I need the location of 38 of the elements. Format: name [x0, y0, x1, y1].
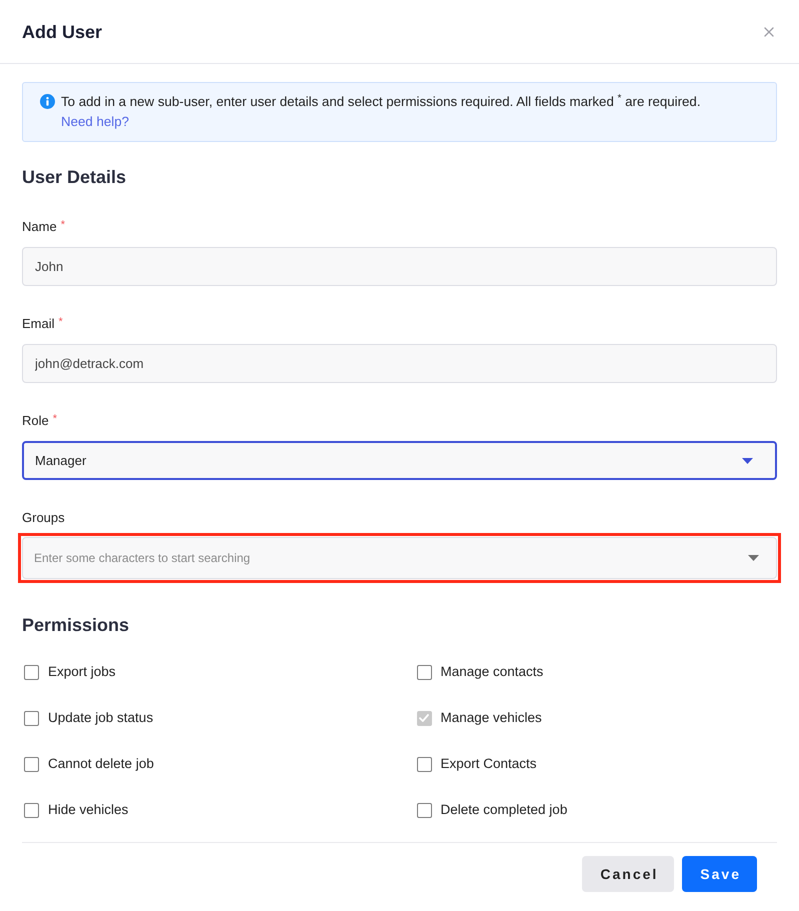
alert-text: To add in a new sub-user, enter user details and select permissions required. All fields marked $^{*}$ are required. Need help? — [61, 92, 702, 131]
section-heading: Permissions — [22, 614, 130, 636]
caret-icon — [742, 458, 753, 464]
required-asterisk: * — [52, 413, 58, 425]
checkbox[interactable] — [24, 710, 39, 726]
close-icon — [764, 26, 774, 36]
info-icon — [40, 94, 55, 109]
checkbox[interactable] — [24, 664, 39, 680]
checkmark-icon — [419, 714, 429, 722]
field-label: Email — [22, 316, 55, 331]
checkbox[interactable] — [24, 756, 39, 772]
checkbox-label[interactable]: Delete completed job — [440, 800, 568, 820]
caret-icon — [748, 555, 759, 561]
help-link[interactable]: Need help? — [61, 114, 130, 129]
dialog-title: Add User — [22, 20, 102, 42]
close-button[interactable] — [764, 26, 774, 36]
checkbox-label[interactable]: Update job status — [48, 708, 154, 728]
checkbox[interactable] — [416, 756, 432, 772]
save-button[interactable]: Save — [682, 856, 757, 892]
section-heading: User Details — [22, 166, 126, 188]
checkbox-label[interactable]: Manage contacts — [440, 662, 544, 682]
checkbox[interactable] — [24, 802, 39, 818]
field-label: Groups — [22, 510, 65, 525]
cancel-button[interactable]: Cancel — [582, 856, 674, 892]
field-label: Name — [22, 219, 57, 234]
checkbox-label[interactable]: Hide vehicles — [48, 800, 128, 820]
checkbox[interactable] — [416, 664, 432, 680]
required-asterisk: * — [58, 316, 63, 328]
text-input[interactable]: john@detrack.com — [22, 344, 777, 383]
checkbox[interactable] — [416, 802, 432, 818]
field-label: Role — [22, 413, 49, 428]
checkbox-label[interactable]: Export jobs — [48, 662, 116, 682]
select-dropdown[interactable]: Manager — [22, 441, 777, 480]
text-input[interactable]: John — [22, 247, 777, 286]
search-select[interactable]: Enter some characters to start searching — [22, 537, 777, 579]
checkbox-label[interactable]: Cannot delete job — [48, 754, 154, 774]
required-asterisk: * — [60, 219, 65, 231]
checkbox-label[interactable]: Export Contacts — [440, 754, 537, 774]
